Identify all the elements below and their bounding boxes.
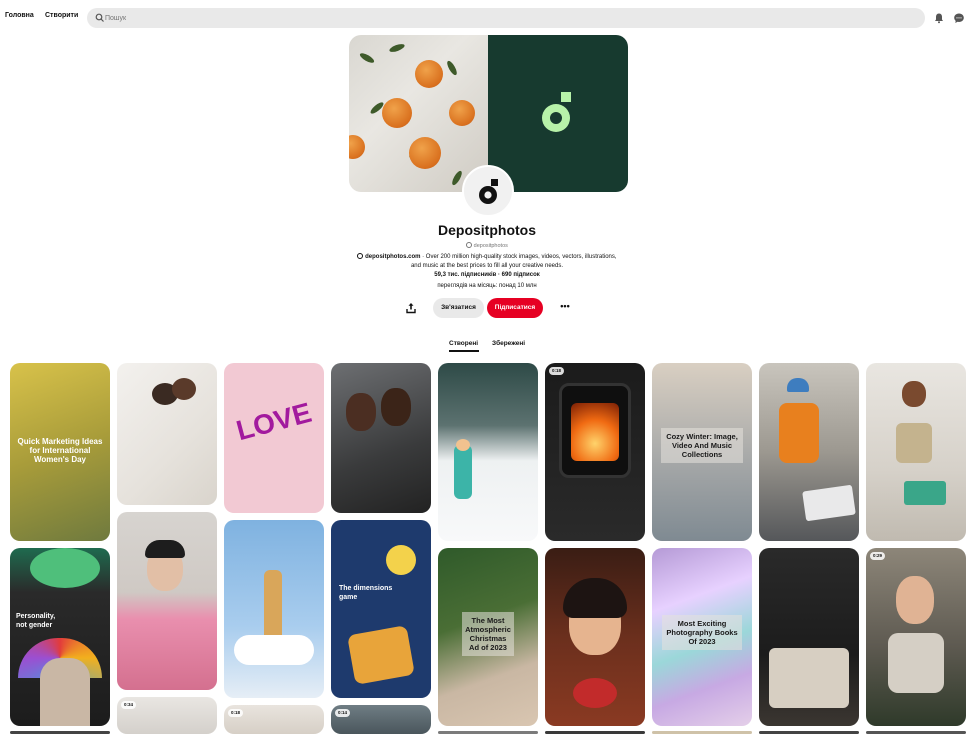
pin-title: The Most Atmospheric Christmas Ad of 202… <box>462 612 514 656</box>
pin-card[interactable]: Cozy Winter: Image, Video And Music Coll… <box>652 363 752 541</box>
depositphotos-logo-icon <box>479 179 498 204</box>
search-input[interactable] <box>105 11 905 25</box>
monthly-views: переглядів на місяць: понад 10 млн <box>437 283 537 289</box>
profile-handle: depositphotos <box>0 242 974 249</box>
pin-card[interactable] <box>117 363 217 505</box>
globe-icon <box>357 253 364 259</box>
pin-title: Cozy Winter: Image, Video And Music Coll… <box>661 428 743 463</box>
video-duration: 0:18 <box>228 709 244 717</box>
pin-card[interactable]: The dimensions game <box>331 520 431 698</box>
cover-photo-oranges <box>349 35 489 192</box>
profile-about: depositphotos.com · Over 200 million hig… <box>352 253 622 270</box>
avatar[interactable] <box>462 165 514 217</box>
nav-home[interactable]: Головна <box>5 12 34 19</box>
pin-card[interactable]: The Most Atmospheric Christmas Ad of 202… <box>438 548 538 726</box>
messages-icon[interactable] <box>953 12 965 24</box>
video-duration: 0:34 <box>121 701 137 709</box>
subscribe-button[interactable]: Підписатися <box>487 298 543 318</box>
more-options-icon[interactable]: ••• <box>558 302 572 314</box>
pin-title: The dimensions game <box>339 585 393 601</box>
tab-active-indicator <box>449 350 479 352</box>
pin-card[interactable] <box>759 548 859 726</box>
pin-card[interactable]: Most Exciting Photography Books Of 2023 <box>652 548 752 726</box>
top-bar: Головна Створити <box>0 0 974 36</box>
pin-title: Most Exciting Photography Books Of 2023 <box>662 615 742 650</box>
bell-icon[interactable] <box>933 12 945 24</box>
pin-card[interactable] <box>117 512 217 690</box>
profile-name: Depositphotos <box>438 222 536 238</box>
video-duration: 0:14 <box>335 709 351 717</box>
pin-card[interactable]: 0:14 <box>331 705 431 734</box>
pin-card[interactable]: 0:34 <box>117 697 217 734</box>
pin-card[interactable] <box>759 363 859 541</box>
search-icon <box>95 13 104 22</box>
depositphotos-logo-icon <box>542 92 571 132</box>
pinterest-icon <box>466 242 473 248</box>
pin-title: Personality, not gender <box>16 613 56 629</box>
pin-card[interactable]: LOVE <box>224 363 324 513</box>
about-text: Over 200 million high-quality stock imag… <box>410 254 617 269</box>
website-link[interactable]: depositphotos.com <box>365 254 420 260</box>
video-duration: 0:29 <box>870 552 886 560</box>
contact-button[interactable]: Зв'язатися <box>433 298 484 318</box>
pin-card[interactable]: 0:18 <box>545 363 645 541</box>
pin-card[interactable] <box>545 548 645 726</box>
search-bar[interactable] <box>87 8 925 28</box>
pin-title: Quick Marketing Ideas for International … <box>17 437 103 464</box>
pin-card[interactable] <box>331 363 431 513</box>
handle-text: depositphotos <box>473 243 508 249</box>
tab-created[interactable]: Створені <box>449 340 478 347</box>
cover-brand-panel <box>488 35 628 192</box>
pin-title: LOVE <box>233 396 315 447</box>
nav-create[interactable]: Створити <box>45 12 78 19</box>
video-duration: 0:18 <box>549 367 565 375</box>
pin-card[interactable] <box>438 363 538 541</box>
pin-card[interactable]: Personality, not gender <box>10 548 110 726</box>
pin-card[interactable] <box>224 520 324 698</box>
pin-card[interactable]: 0:29 <box>866 548 966 726</box>
follower-stats[interactable]: 59,3 тис. підписників · 690 підписок <box>0 272 974 278</box>
pin-card[interactable] <box>866 363 966 541</box>
share-icon[interactable] <box>405 302 417 314</box>
pin-card[interactable]: 0:18 <box>224 705 324 734</box>
pin-card[interactable]: Quick Marketing Ideas for International … <box>10 363 110 541</box>
tab-saved[interactable]: Збережені <box>492 340 525 347</box>
